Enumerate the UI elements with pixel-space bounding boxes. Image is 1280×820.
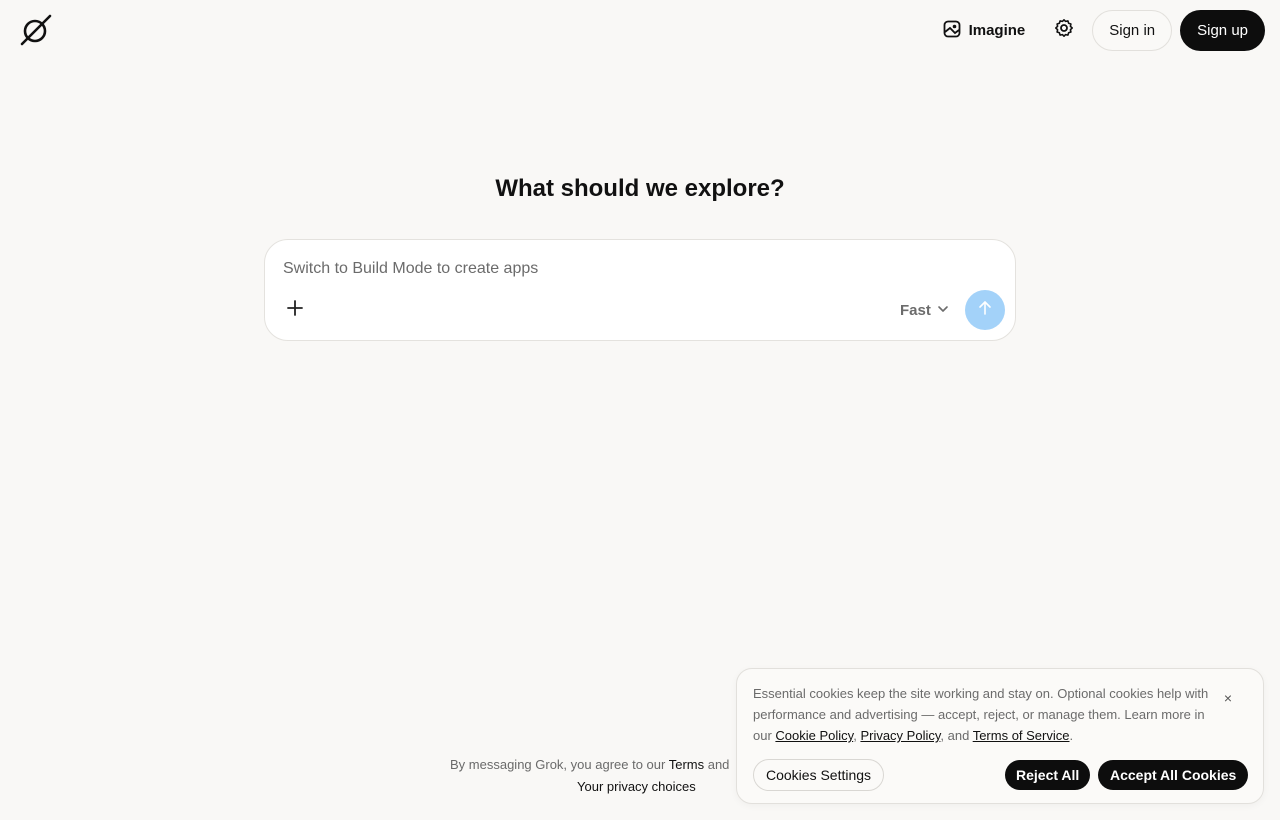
terms-notice: By messaging Grok, you agree to our Term… [450, 757, 729, 772]
terms-of-service-link[interactable]: Terms of Service [973, 728, 1070, 743]
message-input[interactable] [283, 258, 983, 280]
imagine-label: Imagine [968, 22, 1026, 39]
model-selector[interactable]: Fast [900, 297, 949, 323]
plus-icon [287, 299, 303, 321]
message-composer: Fast [264, 239, 1016, 341]
arrow-up-icon [977, 300, 993, 321]
cookie-banner: Essential cookies keep the site working … [736, 668, 1264, 804]
close-icon[interactable]: × [1219, 689, 1237, 707]
cookie-policy-link[interactable]: Cookie Policy [775, 728, 853, 743]
chevron-down-icon [937, 302, 949, 319]
settings-button[interactable] [1047, 14, 1081, 48]
sign-in-button[interactable]: Sign in [1092, 10, 1173, 51]
terms-link[interactable]: Terms [669, 757, 704, 772]
accept-all-cookies-button[interactable]: Accept All Cookies [1098, 760, 1249, 790]
reject-all-button[interactable]: Reject All [1005, 760, 1091, 790]
image-icon [943, 20, 961, 42]
terms-notice-conjunction: and [704, 757, 730, 772]
send-button[interactable] [965, 290, 1005, 330]
cookie-text-and: , and [940, 728, 973, 743]
header-actions: Imagine Sign in Sign up [935, 10, 1265, 51]
gear-icon [1054, 18, 1074, 43]
cookies-settings-button[interactable]: Cookies Settings [753, 759, 885, 791]
attach-button[interactable] [283, 298, 307, 322]
terms-notice-prefix: By messaging Grok, you agree to our [450, 757, 669, 772]
cookie-banner-text: Essential cookies keep the site working … [753, 683, 1215, 746]
grok-logo-icon[interactable] [18, 12, 54, 48]
sign-up-button[interactable]: Sign up [1180, 10, 1265, 51]
imagine-button[interactable]: Imagine [935, 13, 1034, 49]
privacy-choices-link[interactable]: Your privacy choices [577, 779, 696, 794]
privacy-policy-link[interactable]: Privacy Policy [860, 728, 940, 743]
page-title: What should we explore? [495, 175, 785, 202]
model-label: Fast [900, 301, 931, 319]
cookie-text-period: . [1069, 728, 1074, 743]
